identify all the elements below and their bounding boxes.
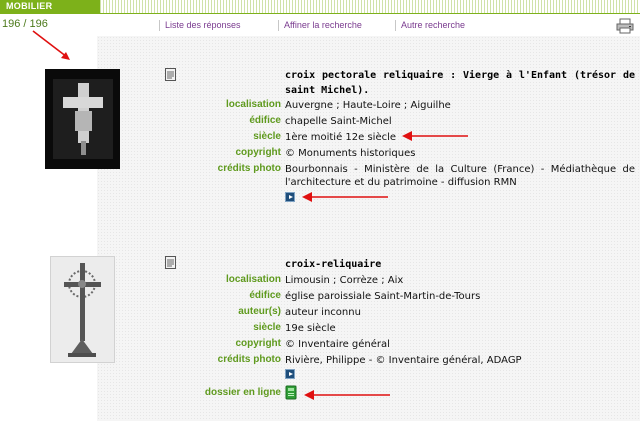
record-2-play-button[interactable]	[285, 369, 295, 379]
record-1-credits-label: crédits photo	[217, 163, 281, 174]
record-1-edifice-value: chapelle Saint-Michel	[285, 116, 392, 127]
record-2-credits-label: crédits photo	[217, 354, 281, 365]
record-2-edifice-value: église paroissiale Saint-Martin-de-Tours	[285, 291, 481, 302]
record-1-title[interactable]: croix pectorale reliquaire : Vierge à l'…	[285, 68, 635, 98]
record-2-auteur-label: auteur(s)	[238, 306, 281, 317]
record-1-copyright-value: © Monuments historiques	[285, 148, 416, 159]
results-list-link[interactable]: Liste des réponses	[159, 20, 241, 31]
record-1-thumbnail[interactable]	[45, 69, 120, 169]
record-1-localisation-value: Auvergne ; Haute-Loire ; Aiguilhe	[285, 100, 451, 111]
record-2-dossier-label: dossier en ligne	[204, 387, 281, 398]
record-1-siecle-label: siècle	[253, 131, 281, 142]
record-2-edifice-label: édifice	[249, 290, 281, 301]
folder-icon[interactable]	[285, 385, 297, 400]
section-tab-label: MOBILIER	[6, 1, 53, 11]
record-2-title[interactable]: croix-reliquaire	[285, 257, 635, 272]
record-1-edifice-label: édifice	[249, 115, 281, 126]
record-2-auteur-value: auteur inconnu	[285, 307, 361, 318]
document-icon[interactable]	[165, 256, 176, 269]
record-1-copyright-label: copyright	[235, 147, 281, 158]
printer-icon[interactable]	[616, 18, 634, 34]
record-1-siecle-value: 1ère moitié 12e siècle	[285, 132, 397, 143]
record-1-credits-value: Bourbonnais - Ministère de la Culture (F…	[285, 164, 635, 188]
refine-search-link[interactable]: Affiner la recherche	[278, 20, 362, 31]
record-2-copyright-label: copyright	[235, 338, 281, 349]
top-banner: MOBILIER	[0, 0, 640, 14]
banner-stripes	[100, 0, 640, 14]
document-icon[interactable]	[165, 68, 176, 81]
record-2-thumbnail[interactable]	[50, 256, 115, 363]
annotation-arrow-thumbnail	[32, 30, 70, 60]
record-1-localisation-label: localisation	[225, 99, 281, 110]
cross-photo-dark	[45, 69, 120, 169]
record-1-play-button[interactable]	[285, 192, 295, 202]
banner-divider	[0, 13, 640, 14]
record-2-localisation-label: localisation	[225, 274, 281, 285]
record-2-siecle-label: siècle	[253, 322, 281, 333]
new-search-link[interactable]: Autre recherche	[394, 20, 465, 31]
record-2-copyright-value: © Inventaire général	[285, 339, 390, 350]
cross-photo-light	[51, 257, 114, 362]
record-2-localisation-value: Limousin ; Corrèze ; Aix	[285, 275, 404, 286]
record-2-credits-value: Rivière, Philippe - © Inventaire général…	[285, 355, 522, 366]
result-counter: 196 / 196	[2, 18, 48, 30]
record-2-siecle-value: 19e siècle	[285, 323, 336, 334]
section-tab[interactable]: MOBILIER	[0, 0, 100, 14]
